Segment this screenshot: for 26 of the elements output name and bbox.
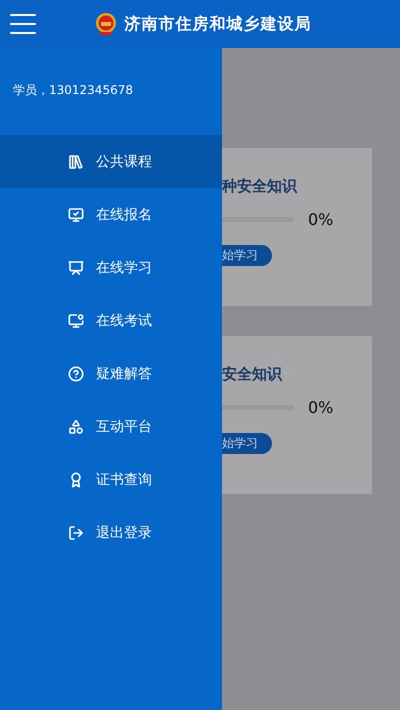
drawer-menu-item[interactable]: 在线考试 <box>0 294 222 347</box>
course-title: 安全知识 <box>222 364 284 384</box>
monitor-check-icon <box>68 206 84 222</box>
drawer-menu-item[interactable]: 在线学习 <box>0 241 222 294</box>
drawer-menu-item[interactable]: 互动平台 <box>0 400 222 453</box>
logout-icon <box>68 524 84 540</box>
drawer-menu-item[interactable]: 退出登录 <box>0 506 222 559</box>
start-study-button[interactable]: 始学习 <box>222 433 272 454</box>
award-icon <box>68 472 84 488</box>
help-icon <box>68 366 84 382</box>
drawer-menu-item[interactable]: 公共课程 <box>0 135 222 188</box>
course-title: 种安全知识 <box>222 176 298 196</box>
shapes-icon <box>68 418 84 434</box>
board-icon <box>68 260 84 276</box>
start-study-button[interactable]: 始学习 <box>222 245 272 266</box>
user-info: 学员，13012345678 <box>13 82 134 99</box>
progress-percent: 0% <box>308 210 334 229</box>
drawer-menu-item[interactable]: 疑难解答 <box>0 347 222 400</box>
drawer-menu-item[interactable]: 在线报名 <box>0 188 222 241</box>
monitor-icon <box>68 312 84 328</box>
books-icon <box>68 154 84 170</box>
drawer-menu-item[interactable]: 证书查询 <box>0 453 222 506</box>
progress-percent: 0% <box>308 398 334 417</box>
menu-button[interactable] <box>10 14 36 34</box>
app-title: 济南市住房和城乡建设局 <box>124 14 312 34</box>
emblem-icon <box>94 12 116 36</box>
